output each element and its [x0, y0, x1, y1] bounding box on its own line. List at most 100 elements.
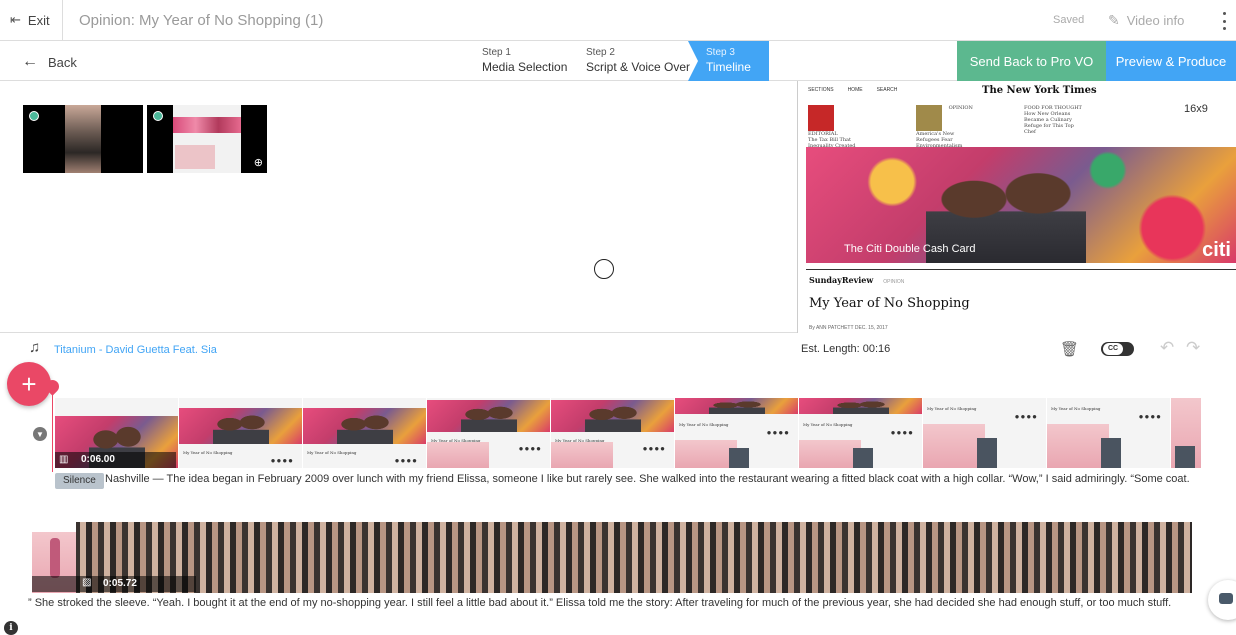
step-label: Script & Voice Over	[586, 60, 691, 74]
cc-label: CC	[1103, 343, 1123, 355]
clip-duration: 0:05.72	[103, 578, 137, 589]
frame-dots: ●●●●	[270, 456, 294, 465]
citi-logo: citi	[1202, 239, 1231, 261]
step-label: Media Selection	[482, 60, 568, 74]
person-image	[65, 105, 101, 173]
step-bar: ← Back Step 1 Media Selection Step 2 Scr…	[0, 41, 1236, 81]
clip-frame: My Year of No Shopping ●●●●	[799, 398, 923, 468]
frame-text: My Year of No Shopping	[927, 406, 977, 411]
nav-item: HOME	[847, 87, 863, 93]
chevron-down-icon[interactable]: ▼	[33, 427, 47, 441]
selected-indicator	[29, 111, 39, 121]
frame-dots: ●●●●	[1138, 412, 1162, 421]
media-thumbnail[interactable]	[23, 105, 143, 173]
video-info-button[interactable]: ✎ Video info	[1108, 12, 1184, 29]
back-button[interactable]: ← Back	[22, 53, 77, 71]
video-preview[interactable]: SECTIONS HOME SEARCH The New York Times …	[797, 81, 1236, 333]
step-number: Step 3	[706, 47, 735, 58]
video-info-label: Video info	[1126, 13, 1185, 28]
more-options-icon[interactable]	[1220, 12, 1228, 30]
clip-frame: My Year of No Shopping ●●●●	[179, 398, 303, 468]
frame-text: My Year of No Shopping	[307, 450, 357, 455]
estimated-length: Est. Length: 00:16	[801, 343, 891, 355]
selected-indicator	[153, 111, 163, 121]
preview-nav: SECTIONS HOME SEARCH	[808, 87, 897, 93]
cc-toggle[interactable]: CC	[1101, 342, 1134, 356]
step-number: Step 2	[586, 47, 615, 58]
clip-frame	[1171, 398, 1201, 468]
step-script-voice-over[interactable]: Step 2 Script & Voice Over	[586, 47, 690, 74]
step-label: Timeline	[706, 60, 751, 74]
arrow-left-icon: ←	[22, 53, 38, 70]
media-area: ⊕ +	[0, 81, 797, 406]
silence-badge[interactable]: Silence	[55, 473, 104, 489]
playhead-line	[52, 390, 53, 472]
article-headline: My Year of No Shopping	[809, 296, 970, 311]
project-title[interactable]: Opinion: My Year of No Shopping (1)	[79, 12, 323, 29]
clip-1-frames[interactable]: My Year of No Shopping ●●●● My Year of No…	[55, 398, 1201, 468]
media-thumbnail[interactable]: ⊕	[147, 105, 267, 173]
clip-frame: My Year of No Shopping ●●●●	[427, 398, 551, 468]
frame-text: My Year of No Shopping	[803, 422, 853, 427]
ad-caption: The Citi Double Cash Card	[844, 243, 976, 255]
clip-frame: My Year of No Shopping ●●●●	[303, 398, 427, 468]
frame-dots: ●●●●	[890, 428, 914, 437]
clip-frame: My Year of No Shopping ●●●●	[675, 398, 799, 468]
frame-text: My Year of No Shopping	[183, 450, 233, 455]
frame-text: My Year of No Shopping	[1051, 406, 1101, 411]
clip-duration: 0:06.00	[81, 454, 115, 465]
send-back-to-pro-vo-button[interactable]: Send Back to Pro VO	[957, 41, 1106, 81]
music-track-link[interactable]: Titanium - David Guetta Feat. Sia	[54, 344, 217, 356]
add-media-button[interactable]: +	[7, 362, 51, 406]
frame-dots: ●●●●	[394, 456, 418, 465]
clip-1-script[interactable]: Nashville — The idea began in February 2…	[105, 473, 1190, 485]
teaser: OPINION America's New Refugees Fear Envi…	[916, 105, 976, 149]
pencil-icon: ✎	[1108, 12, 1120, 28]
section-label: SundayReview	[809, 275, 874, 285]
nav-item: SEARCH	[876, 87, 898, 93]
article-byline: By ANN PATCHETT DEC. 15, 2017	[809, 325, 888, 331]
step-timeline[interactable]: Step 3 Timeline	[688, 41, 769, 81]
exit-icon: ⇤	[10, 12, 21, 27]
back-label: Back	[48, 54, 77, 70]
teaser: FOOD FOR THOUGHT How New Orleans Became …	[1024, 105, 1084, 135]
clip-duration-bar: ▥ 0:06.00	[55, 452, 176, 468]
step-number: Step 1	[482, 47, 511, 58]
clip-2-script[interactable]: ” She stroked the sleeve. “Yeah. I bough…	[28, 597, 1171, 609]
trash-icon[interactable]: 🗑	[1060, 340, 1079, 358]
teaser-text: How New Orleans Became a Culinary Refuge…	[1024, 111, 1074, 135]
film-icon: ▥	[59, 454, 69, 465]
image-icon: ▨	[82, 577, 92, 588]
hero-ad-image: The Citi Double Cash Card citi	[806, 147, 1236, 263]
webpage-image	[173, 105, 241, 173]
frame-text: My Year of No Shopping	[679, 422, 729, 427]
frame-dots: ●●●●	[1014, 412, 1038, 421]
redo-icon[interactable]: ↷	[1186, 338, 1200, 358]
chat-icon[interactable]	[1208, 580, 1236, 620]
globe-icon: ⊕	[253, 157, 263, 169]
saved-status: Saved	[1053, 14, 1085, 26]
audio-row: ♫ Titanium - David Guetta Feat. Sia Est.…	[0, 334, 1236, 366]
teaser-kicker: OPINION	[948, 105, 973, 111]
cursor-loading-icon	[594, 259, 614, 279]
clip-frame: My Year of No Shopping ●●●●	[551, 398, 675, 468]
step-media-selection[interactable]: Step 1 Media Selection	[482, 47, 567, 74]
exit-button[interactable]: ⇤ Exit	[0, 0, 63, 40]
frame-dots: ●●●●	[766, 428, 790, 437]
exit-label: Exit	[27, 12, 50, 28]
clip-frame: My Year of No Shopping ●●●●	[1047, 398, 1171, 468]
clip-frame: My Year of No Shopping ●●●●	[923, 398, 1047, 468]
clip-duration-bar: ▨ 0:05.72	[32, 576, 196, 592]
frame-dots: ●●●●	[642, 444, 666, 453]
nyt-logo: The New York Times	[982, 85, 1097, 96]
clip-2-frames[interactable]	[32, 522, 1192, 593]
music-note-icon: ♫	[29, 339, 41, 356]
nav-item: SECTIONS	[808, 87, 834, 93]
frame-dots: ●●●●	[518, 444, 542, 453]
undo-icon[interactable]: ↶	[1160, 338, 1174, 358]
top-bar: ⇤ Exit Opinion: My Year of No Shopping (…	[0, 0, 1236, 41]
teaser: EDITORIAL The Tax Bill That Inequality C…	[808, 105, 868, 149]
aspect-ratio-label: 16x9	[1184, 103, 1208, 115]
section-name: SundayReview OPINION	[809, 275, 904, 285]
preview-produce-button[interactable]: Preview & Produce	[1106, 41, 1236, 81]
